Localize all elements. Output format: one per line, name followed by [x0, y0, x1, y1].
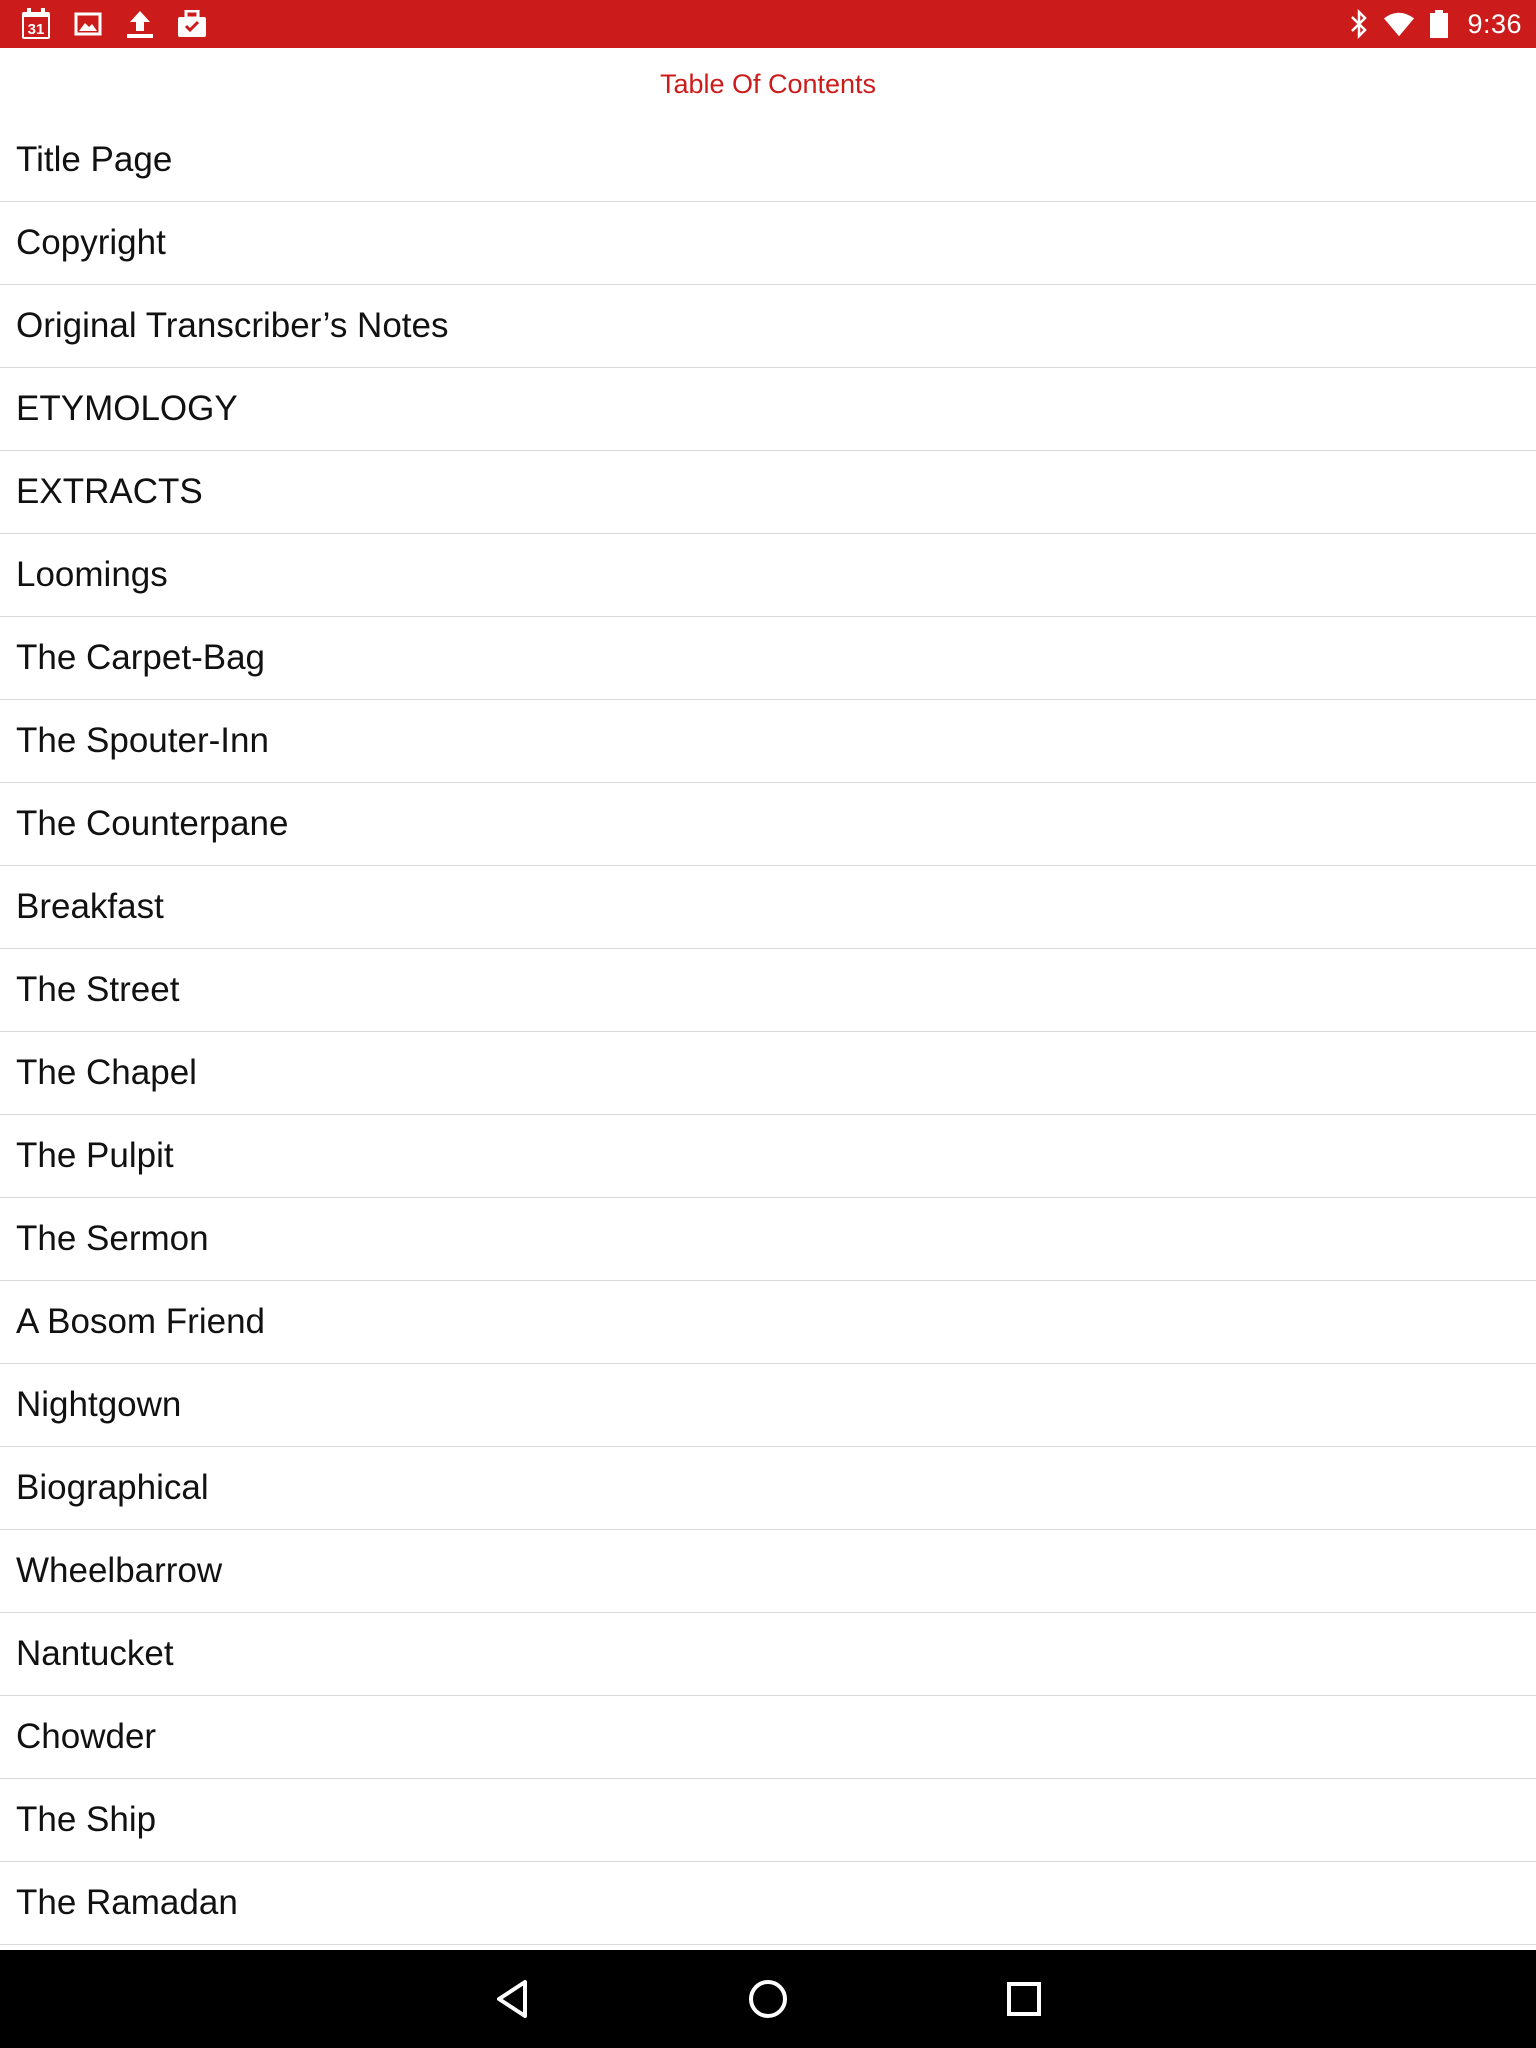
toc-item[interactable]: The Ship: [0, 1779, 1536, 1862]
navigation-bar: [0, 1950, 1536, 2048]
toc-item-label: The Sermon: [16, 1219, 209, 1258]
image-icon: [70, 6, 106, 42]
toc-header: Table Of Contents: [0, 48, 1536, 120]
toc-list: Title Page Copyright Original Transcriber’…: [0, 119, 1536, 1950]
toc-item[interactable]: Wheelbarrow: [0, 1530, 1536, 1613]
toc-item-label: Nightgown: [16, 1385, 182, 1424]
toc-item[interactable]: Title Page: [0, 119, 1536, 202]
toc-item[interactable]: The Sermon: [0, 1198, 1536, 1281]
toc-item[interactable]: Loomings: [0, 534, 1536, 617]
toc-item-label: Title Page: [16, 140, 173, 179]
toc-item[interactable]: A Bosom Friend: [0, 1281, 1536, 1364]
bluetooth-icon: [1343, 6, 1375, 42]
clock: 9:36: [1467, 8, 1522, 39]
status-bar: 31 9:36: [0, 0, 1536, 48]
toc-item-label: Wheelbarrow: [16, 1551, 223, 1590]
upload-icon: [122, 6, 158, 42]
toc-item-label: Original Transcriber’s Notes: [16, 306, 449, 345]
toc-item[interactable]: Copyright: [0, 202, 1536, 285]
toc-item[interactable]: Breakfast: [0, 866, 1536, 949]
toc-item-label: Biographical: [16, 1468, 209, 1507]
home-icon: [749, 1980, 787, 2018]
recents-icon: [1007, 1982, 1041, 2016]
toc-item-label: Loomings: [16, 555, 168, 594]
toc-item[interactable]: Chowder: [0, 1696, 1536, 1779]
home-button[interactable]: [741, 1972, 795, 2026]
toc-item[interactable]: The Carpet-Bag: [0, 617, 1536, 700]
toc-item[interactable]: The Spouter-Inn: [0, 700, 1536, 783]
briefcase-check-icon: [174, 6, 210, 42]
toc-item-label: The Counterpane: [16, 804, 289, 843]
toc-item[interactable]: Biographical: [0, 1447, 1536, 1530]
toc-item[interactable]: EXTRACTS: [0, 451, 1536, 534]
toc-item-label: ETYMOLOGY: [16, 389, 238, 428]
toc-item[interactable]: The Counterpane: [0, 783, 1536, 866]
page-title: Table Of Contents: [659, 68, 877, 99]
toc-item-label: Nantucket: [16, 1634, 174, 1673]
toc-item[interactable]: The Street: [0, 949, 1536, 1032]
wifi-icon: [1383, 6, 1415, 42]
toc-item-label: A Bosom Friend: [16, 1302, 265, 1341]
system-icons: 9:36: [1343, 0, 1522, 48]
battery-icon: [1423, 6, 1455, 42]
toc-item-label: The Ramadan: [16, 1883, 238, 1922]
toc-item-label: The Street: [16, 970, 180, 1009]
notification-icons: 31: [18, 0, 226, 48]
toc-item[interactable]: Nantucket: [0, 1613, 1536, 1696]
toc-item-label: The Carpet-Bag: [16, 638, 266, 677]
calendar-day-text: 31: [28, 21, 45, 38]
toc-item[interactable]: The Chapel: [0, 1032, 1536, 1115]
toc-item[interactable]: ETYMOLOGY: [0, 368, 1536, 451]
back-icon: [497, 1980, 527, 2018]
toc-item[interactable]: Nightgown: [0, 1364, 1536, 1447]
toc-item[interactable]: The Ramadan: [0, 1862, 1536, 1945]
toc-item-label: Breakfast: [16, 887, 164, 926]
toc-item-label: Copyright: [16, 223, 166, 262]
toc-item-label: EXTRACTS: [16, 472, 203, 511]
toc-item-label: The Pulpit: [16, 1136, 174, 1175]
toc-item-label: Chowder: [16, 1717, 157, 1756]
toc-item[interactable]: The Pulpit: [0, 1115, 1536, 1198]
recents-button[interactable]: [997, 1972, 1051, 2026]
toc-item-label: The Spouter-Inn: [16, 721, 269, 760]
toc-item-label: The Chapel: [16, 1053, 197, 1092]
calendar-icon: 31: [18, 6, 54, 42]
toc-item[interactable]: Original Transcriber’s Notes: [0, 285, 1536, 368]
back-button[interactable]: [486, 1972, 540, 2026]
toc-item-label: The Ship: [16, 1800, 157, 1839]
